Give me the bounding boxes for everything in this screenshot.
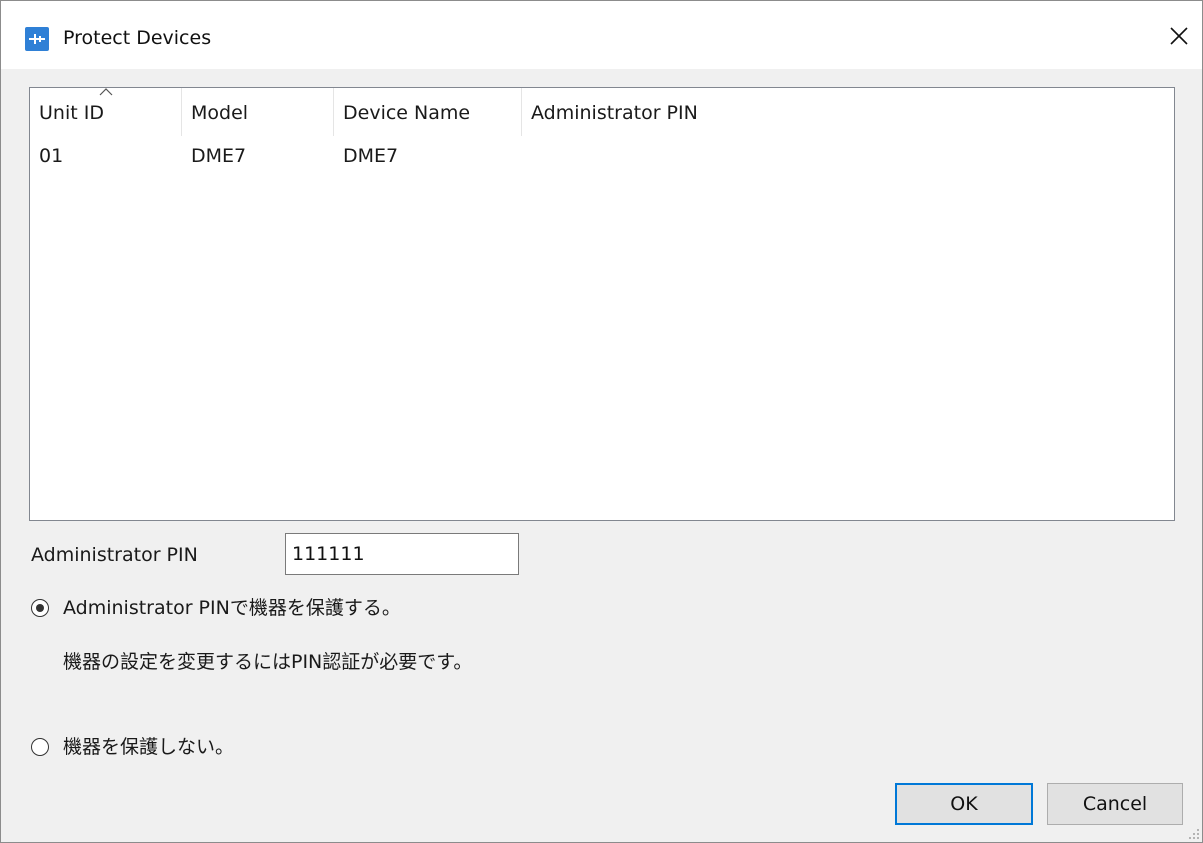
column-header-administrator-pin[interactable]: Administrator PIN [522,88,1174,136]
close-icon [1170,27,1188,45]
close-button[interactable] [1154,15,1202,59]
radio-no-protect[interactable]: 機器を保護しない。 [31,734,291,762]
title-bar: Protect Devices [1,1,1202,69]
radio-dot [35,603,44,612]
column-header-label: Device Name [343,102,471,124]
column-header-label: Unit ID [39,102,104,124]
radio-button-selected[interactable] [31,599,49,617]
column-header-unit-id[interactable]: Unit ID [30,88,182,136]
protect-description: 機器の設定を変更するにはPIN認証が必要です。 [63,651,473,673]
protect-devices-dialog: Protect Devices Unit ID Model Device Nam… [0,0,1203,843]
administrator-pin-label: Administrator PIN [31,544,198,566]
administrator-pin-input[interactable] [285,533,519,575]
radio-no-protect-label: 機器を保護しない。 [63,736,235,758]
cell-device-name: DME7 [343,145,399,167]
column-header-label: Administrator PIN [531,102,698,124]
resize-grip-icon[interactable] [1188,828,1200,840]
window-title: Protect Devices [63,27,212,49]
table-row[interactable]: 01 DME7 DME7 [30,140,1174,170]
radio-protect-label: Administrator PINで機器を保護する。 [63,597,401,619]
app-icon [25,27,49,51]
cancel-button[interactable]: Cancel [1047,783,1183,825]
cell-unit-id: 01 [39,145,64,167]
cell-model: DME7 [191,145,247,167]
ok-button[interactable]: OK [895,783,1033,825]
radio-button-unselected[interactable] [31,738,49,756]
column-header-label: Model [191,102,249,124]
column-header-device-name[interactable]: Device Name [334,88,522,136]
radio-protect-with-pin[interactable]: Administrator PINで機器を保護する。 [31,595,551,623]
sort-ascending-icon [99,88,113,96]
device-list[interactable]: Unit ID Model Device Name Administrator … [29,87,1175,521]
column-header-model[interactable]: Model [182,88,334,136]
